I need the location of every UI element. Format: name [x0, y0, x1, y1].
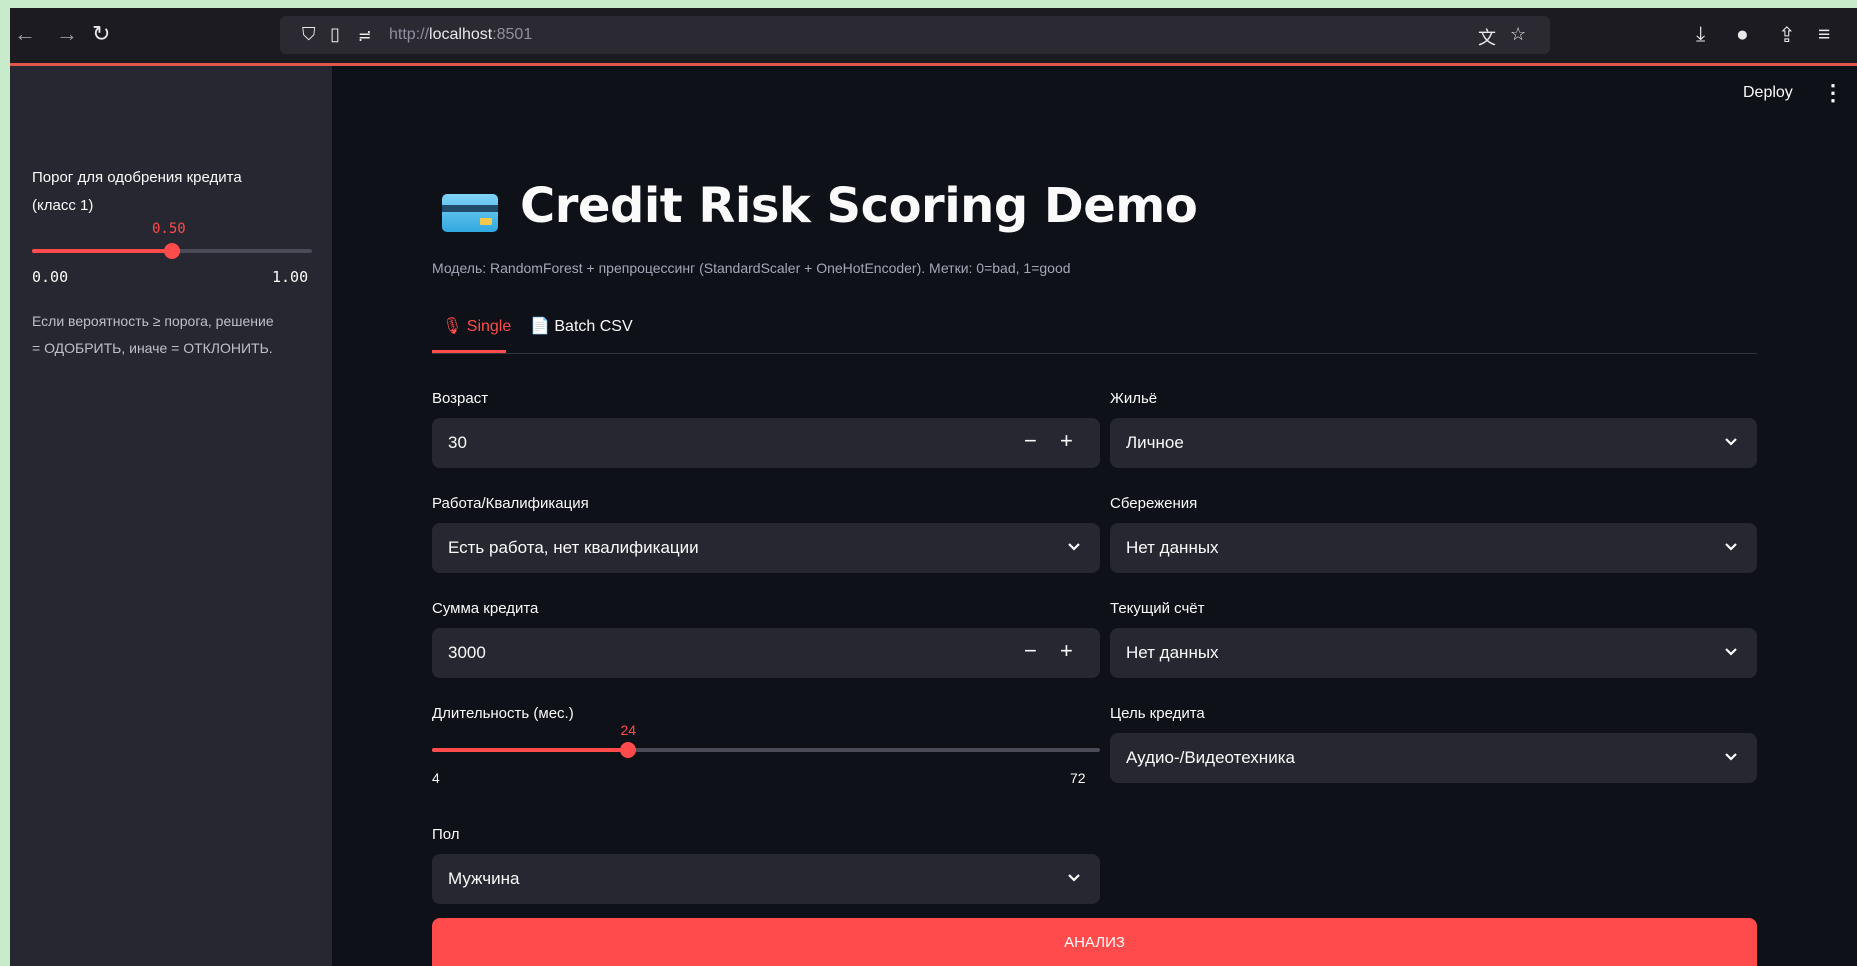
- credit-amount-increment-button[interactable]: +: [1060, 638, 1073, 664]
- browser-toolbar: ← → ↻ ⛉ ▯ ≓ http://localhost:8501 文 ☆ ⤓ …: [10, 8, 1857, 66]
- chevron-down-icon: [1725, 753, 1737, 761]
- back-icon[interactable]: ←: [14, 23, 36, 45]
- threshold-value: 0.50: [152, 221, 186, 237]
- reload-icon[interactable]: ↻: [92, 23, 110, 45]
- threshold-help: Если вероятность ≥ порога, решение = ОДО…: [32, 313, 274, 356]
- credit-amount-label: Сумма кредита: [432, 600, 539, 617]
- duration-slider-fill: [432, 748, 629, 752]
- age-number-input[interactable]: 30 − +: [432, 418, 1100, 468]
- duration-slider-thumb[interactable]: [620, 742, 637, 758]
- sex-select[interactable]: Мужчина: [432, 854, 1100, 904]
- extensions-icon[interactable]: ⇪: [1778, 23, 1796, 48]
- download-icon[interactable]: ⤓: [1696, 23, 1705, 47]
- microphone-icon: 🎙: [442, 318, 463, 335]
- permissions-icon[interactable]: ≓: [358, 26, 371, 46]
- forward-icon[interactable]: →: [56, 23, 78, 45]
- chevron-down-icon: [1068, 543, 1080, 551]
- threshold-max: 1.00: [272, 268, 309, 286]
- savings-value: Нет данных: [1126, 538, 1219, 557]
- page-icon[interactable]: ▯: [330, 24, 340, 45]
- credit-amount-value: 3000: [448, 643, 486, 662]
- page-title: Credit Risk Scoring Demo: [520, 178, 1198, 234]
- purpose-value: Аудио-/Видеотехника: [1126, 748, 1295, 767]
- checking-select[interactable]: Нет данных: [1110, 628, 1757, 678]
- age-decrement-button[interactable]: −: [1024, 428, 1037, 454]
- analyze-button[interactable]: АНАЛИЗ: [432, 918, 1757, 966]
- shield-icon[interactable]: ⛉: [302, 24, 316, 45]
- threshold-slider-fill: [32, 249, 172, 253]
- account-icon[interactable]: ●: [1736, 23, 1749, 47]
- threshold-label: Порог для одобрения кредита (класс 1): [32, 169, 242, 214]
- duration-value: 24: [620, 722, 637, 738]
- tabs-divider: [432, 353, 1757, 354]
- chevron-down-icon: [1068, 874, 1080, 882]
- age-increment-button[interactable]: +: [1060, 428, 1073, 454]
- deploy-button[interactable]: Deploy: [1743, 84, 1793, 102]
- age-label: Возраст: [432, 390, 489, 407]
- duration-min: 4: [432, 770, 440, 786]
- credit-amount-decrement-button[interactable]: −: [1024, 638, 1037, 664]
- savings-select[interactable]: Нет данных: [1110, 523, 1757, 573]
- duration-label: Длительность (мес.): [432, 705, 574, 722]
- housing-label: Жильё: [1110, 390, 1158, 407]
- age-value: 30: [448, 433, 467, 452]
- document-icon: 📄: [530, 318, 550, 335]
- model-caption: Модель: RandomForest + препроцессинг (St…: [432, 260, 1071, 276]
- credit-card-icon: [442, 194, 498, 232]
- job-value: Есть работа, нет квалификации: [448, 538, 699, 557]
- sex-label: Пол: [432, 826, 460, 843]
- purpose-select[interactable]: Аудио-/Видеотехника: [1110, 733, 1757, 783]
- chevron-down-icon: [1725, 648, 1737, 656]
- sex-value: Мужчина: [448, 869, 520, 888]
- job-label: Работа/Квалификация: [432, 495, 589, 512]
- housing-value: Личное: [1126, 433, 1184, 452]
- job-select[interactable]: Есть работа, нет квалификации: [432, 523, 1100, 573]
- credit-amount-input[interactable]: 3000 − +: [432, 628, 1100, 678]
- main-menu-icon[interactable]: ⋮: [1822, 80, 1844, 106]
- housing-select[interactable]: Личное: [1110, 418, 1757, 468]
- address-bar[interactable]: ⛉ ▯ ≓ http://localhost:8501 文 ☆: [280, 16, 1550, 54]
- chevron-down-icon: [1725, 438, 1737, 446]
- purpose-label: Цель кредита: [1110, 705, 1205, 722]
- chevron-down-icon: [1725, 543, 1737, 551]
- checking-value: Нет данных: [1126, 643, 1219, 662]
- sidebar: Порог для одобрения кредита (класс 1) 0.…: [10, 66, 332, 966]
- threshold-slider-thumb[interactable]: [164, 243, 180, 259]
- savings-label: Сбережения: [1110, 495, 1198, 512]
- checking-label: Текущий счёт: [1110, 600, 1205, 617]
- bookmark-star-icon[interactable]: ☆: [1510, 24, 1526, 45]
- translate-icon[interactable]: 文: [1478, 24, 1496, 50]
- tab-batch-csv[interactable]: 📄 Batch CSV: [530, 316, 633, 336]
- url-text[interactable]: http://localhost:8501: [389, 26, 532, 44]
- tab-single[interactable]: 🎙 Single: [442, 316, 511, 336]
- menu-icon[interactable]: ≡: [1818, 23, 1830, 47]
- threshold-min: 0.00: [32, 268, 69, 286]
- duration-max: 72: [1070, 770, 1086, 786]
- app-screen: ← → ↻ ⛉ ▯ ≓ http://localhost:8501 文 ☆ ⤓ …: [10, 8, 1857, 966]
- duration-slider-track[interactable]: [432, 748, 1100, 752]
